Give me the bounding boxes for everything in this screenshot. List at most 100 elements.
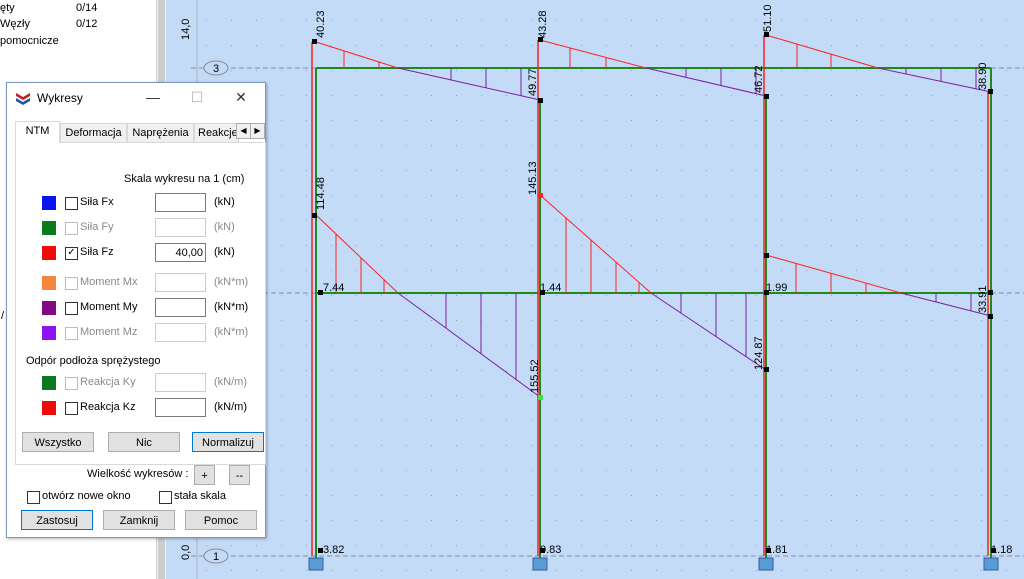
grid-dot [781,345,782,346]
input-mz[interactable] [155,323,206,342]
level-marker-top-label: 3 [213,63,219,75]
support-2[interactable] [532,557,548,571]
grid-dot [456,420,457,421]
minimize-button[interactable]: — [133,83,173,113]
tab-scroll-right-icon[interactable]: ▶ [250,123,265,139]
grid-dot [331,445,332,446]
color-swatch-mx [42,276,56,290]
grid-dot [381,170,382,171]
input-kz[interactable] [155,398,206,417]
grid-dot [306,120,307,121]
grid-dot [731,120,732,121]
grid-dot [581,570,582,571]
close-button[interactable]: ✕ [221,83,261,113]
select-none-button[interactable]: Nic [108,432,180,452]
help-button[interactable]: Pomoc [185,510,257,530]
frame-diagram: 14,0 0,0 3 1 40.23 43.28 51.10 49.77 46.… [180,0,1024,579]
checkbox-mz[interactable] [65,327,78,340]
grid-dot [256,20,257,21]
grid-dot [581,245,582,246]
grid-dot [506,295,507,296]
grid-dot [706,245,707,246]
checkbox-ky[interactable] [65,377,78,390]
grid-dot [931,570,932,571]
checkbox-fx[interactable] [65,197,78,210]
support-1[interactable] [308,557,324,571]
maximize-button[interactable]: ☐ [177,83,217,113]
size-decrease-button[interactable]: -- [229,465,250,485]
grid-dot [581,145,582,146]
wykresy-dialog: Wykresy — ☐ ✕ NTM Deformacja Naprężenia … [6,82,266,538]
grid-dot [631,45,632,46]
grid-dot [931,120,932,121]
input-fy[interactable] [155,218,206,237]
grid-dot [956,570,957,571]
drawing-canvas[interactable]: 14,0 0,0 3 1 40.23 43.28 51.10 49.77 46.… [166,0,1024,579]
value-label: 51.10 [762,4,774,32]
selected-node-green[interactable] [538,395,543,400]
grid-dot [681,20,682,21]
grid-dot [856,120,857,121]
grid-dot [556,520,557,521]
grid-dot [481,570,482,571]
grid-dot [706,170,707,171]
grid-dot [1006,95,1007,96]
grid-dot [1006,495,1007,496]
grid-dot [1006,520,1007,521]
input-fz[interactable]: 40,00 [155,243,206,262]
grid-dot [281,470,282,471]
tree-row-bars[interactable]: ęty 0/14 [0,0,97,16]
normalize-button[interactable]: Normalizuj [192,432,264,452]
grid-dot [906,520,907,521]
grid-dot [431,520,432,521]
grid-dot [581,370,582,371]
checkbox-open-new-window[interactable] [27,491,40,504]
tab-naprezenia[interactable]: Naprężenia [127,123,194,142]
grid-dot [806,145,807,146]
grid-dot [331,220,332,221]
checkbox-fz[interactable]: ✓ [65,247,78,260]
input-mx[interactable] [155,273,206,292]
input-fx[interactable] [155,193,206,212]
apply-button[interactable]: Zastosuj [21,510,93,530]
grid-dot [781,495,782,496]
grid-dot [456,20,457,21]
dialog-titlebar[interactable]: Wykresy — ☐ ✕ [7,83,265,113]
tab-ntm[interactable]: NTM [15,121,60,143]
checkbox-kz[interactable] [65,402,78,415]
grid-dot [881,45,882,46]
checkbox-constant-scale[interactable] [159,491,172,504]
tree-row-auxiliary[interactable]: pomocnicze [0,33,59,49]
close-dialog-button[interactable]: Zamknij [103,510,175,530]
input-my[interactable] [155,298,206,317]
grid-dot [306,495,307,496]
grid-dot [231,70,232,71]
grid-dot [1006,295,1007,296]
tab-deformacja[interactable]: Deformacja [60,123,127,142]
grid-dot [831,395,832,396]
grid-dot [531,470,532,471]
support-3[interactable] [758,557,774,571]
grid-dot [606,495,607,496]
select-all-button[interactable]: Wszystko [22,432,94,452]
checkbox-mx[interactable] [65,277,78,290]
checkbox-fy[interactable] [65,222,78,235]
support-4[interactable] [983,557,999,571]
grid-dot [306,245,307,246]
input-ky[interactable] [155,373,206,392]
tab-scroll-left-icon[interactable]: ◀ [236,123,251,139]
tab-reakcje[interactable]: Reakcje [194,123,239,142]
grid-dot [931,170,932,171]
checkbox-my[interactable] [65,302,78,315]
grid-dot [656,395,657,396]
grid-dot [531,420,532,421]
size-increase-button[interactable]: + [194,465,215,485]
grid-dot [781,570,782,571]
unit-my: (kN*m) [214,301,249,313]
grid-dot [356,420,357,421]
grid-dot [656,170,657,171]
grid-dot [581,195,582,196]
tree-row-nodes[interactable]: Węzły 0/12 [0,16,97,32]
grid-dot [756,295,757,296]
grid-dot [631,220,632,221]
